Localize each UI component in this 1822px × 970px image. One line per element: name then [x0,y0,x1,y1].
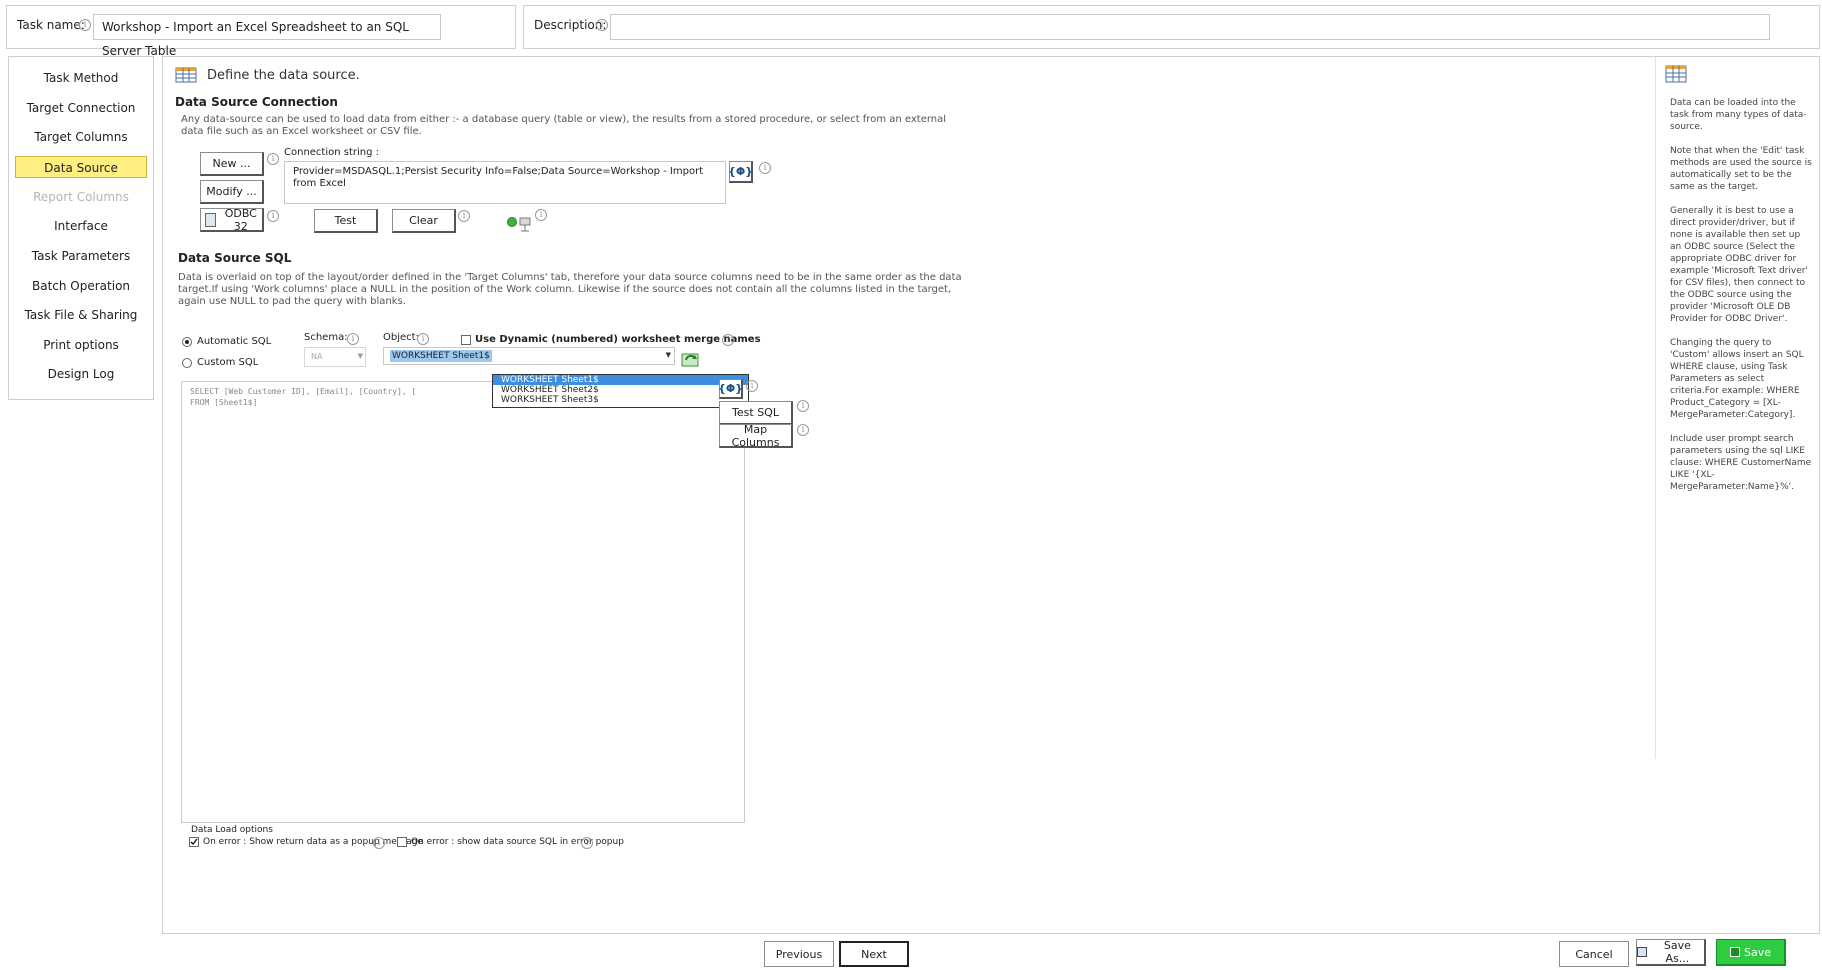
nav-interface[interactable]: Interface [15,215,147,237]
help-text: Note that when the 'Edit' task methods a… [1670,146,1812,192]
info-icon[interactable]: i [458,210,470,222]
dynamic-names-checkbox[interactable] [461,335,471,345]
table-icon [175,65,199,83]
new-connection-button[interactable]: New ... [200,152,264,176]
description-panel: Description: i [523,5,1820,49]
cancel-button[interactable]: Cancel [1559,941,1629,967]
dropdown-option[interactable]: WORKSHEET Sheet2$ [493,385,748,395]
nav-design-log[interactable]: Design Log [15,363,147,385]
chevron-down-icon: ▼ [357,352,363,360]
custom-sql-radio[interactable] [182,358,192,368]
map-columns-button[interactable]: Map Columns [719,423,793,449]
test-sql-button[interactable]: Test SQL [719,401,793,425]
task-name-value: Workshop - Import an Excel Spreadsheet t… [102,20,409,58]
show-sql-popup-checkbox[interactable] [397,837,407,847]
show-return-data-checkbox[interactable] [189,837,199,847]
schema-value: NA [311,352,323,361]
nav-task-method[interactable]: Task Method [15,67,147,89]
nav-report-columns: Report Columns [33,190,129,204]
sidebar: Task Method Target Connection Target Col… [8,56,154,400]
sql-parameter-button[interactable]: {Φ} [718,379,743,399]
main-panel: Define the data source. Data Source Conn… [162,56,1820,934]
object-select[interactable]: WORKSHEET Sheet1$ ▼ [383,347,675,365]
object-value: WORKSHEET Sheet1$ [390,350,492,362]
floppy-icon [1729,947,1740,957]
task-name-input[interactable]: Workshop - Import an Excel Spreadsheet t… [93,14,441,58]
floppy-icon [1637,947,1647,957]
info-icon[interactable]: i [596,19,608,31]
modify-connection-button[interactable]: Modify ... [200,180,264,204]
custom-sql-label: Custom SQL [197,357,259,368]
nav-target-columns[interactable]: Target Columns [15,126,147,148]
automatic-sql-radio[interactable] [182,337,192,347]
connection-status-icon [507,217,517,227]
sql-description: Data is overlaid on top of the layout/or… [178,272,962,307]
object-dropdown-list: WORKSHEET Sheet1$ WORKSHEET Sheet2$ WORK… [492,374,749,408]
help-text: Generally it is best to use a direct pro… [1670,206,1808,324]
dynamic-names-label: Use Dynamic (numbered) worksheet merge n… [475,334,761,345]
info-icon[interactable]: i [417,333,429,345]
connection-string-value: Provider=MSDASQL.1;Persist Security Info… [293,166,704,189]
table-icon [1664,61,1690,85]
description-input[interactable] [610,14,1770,40]
connection-heading: Data Source Connection [175,95,338,109]
sql-editor[interactable]: SELECT [Web Customer ID], [Email], [Coun… [181,381,745,823]
test-connection-button[interactable]: Test [314,209,378,233]
info-icon[interactable]: i [759,162,771,174]
save-button[interactable]: Save [1716,939,1786,966]
save-as-button[interactable]: Save As... [1636,939,1706,966]
connection-parameter-button[interactable]: {Φ} [728,161,753,183]
task-name-label: Task name: [17,18,85,32]
previous-button[interactable]: Previous [764,941,834,967]
help-text: Data can be loaded into the task from ma… [1670,98,1807,132]
nav-data-source[interactable]: Data Source [15,156,147,178]
help-text: Include user prompt search parameters us… [1670,434,1812,492]
odbc32-button[interactable]: ODBC 32 [200,207,264,233]
connection-description: Any data-source can be used to load data… [181,114,947,137]
task-name-panel: Task name: i Workshop - Import an Excel … [6,5,516,58]
clear-connection-button[interactable]: Clear [392,209,456,233]
info-icon[interactable]: i [347,333,359,345]
info-icon[interactable]: i [79,19,91,31]
info-icon[interactable]: i [267,153,279,165]
nav-batch-operation[interactable]: Batch Operation [15,275,147,297]
info-icon[interactable]: i [746,380,758,392]
nav-task-parameters[interactable]: Task Parameters [15,245,147,267]
nav-print-options[interactable]: Print options [15,334,147,356]
refresh-button[interactable] [679,349,703,371]
load-options-heading: Data Load options [191,825,273,835]
dropdown-option[interactable]: WORKSHEET Sheet3$ [493,395,748,405]
show-return-data-label: On error : Show return data as a popup m… [203,837,423,847]
info-icon[interactable]: i [797,424,809,436]
info-icon[interactable]: i [722,334,734,346]
object-label: Object: [383,332,419,343]
info-icon[interactable]: i [267,210,279,222]
nav-target-connection[interactable]: Target Connection [15,97,147,119]
network-icon [519,217,531,233]
nav-task-file-sharing[interactable]: Task File & Sharing [15,304,147,326]
chevron-down-icon: ▼ [665,351,671,359]
page-title: Define the data source. [207,68,360,83]
info-icon[interactable]: i [797,400,809,412]
dropdown-option[interactable]: WORKSHEET Sheet1$ [493,375,748,385]
sql-heading: Data Source SQL [178,251,292,265]
connection-string-label: Connection string : [284,147,380,158]
schema-select[interactable]: NA ▼ [304,347,366,367]
schema-label: Schema: [304,332,348,343]
connection-string-input[interactable]: Provider=MSDASQL.1;Persist Security Info… [284,161,726,204]
info-icon[interactable]: i [373,837,385,849]
info-icon[interactable]: i [581,837,593,849]
next-button[interactable]: Next [839,941,909,967]
database-icon [205,212,216,227]
automatic-sql-label: Automatic SQL [197,336,272,347]
help-text: Changing the query to 'Custom' allows in… [1670,338,1804,420]
help-panel: Data can be loaded into the task from ma… [1655,57,1822,759]
info-icon[interactable]: i [535,209,547,221]
